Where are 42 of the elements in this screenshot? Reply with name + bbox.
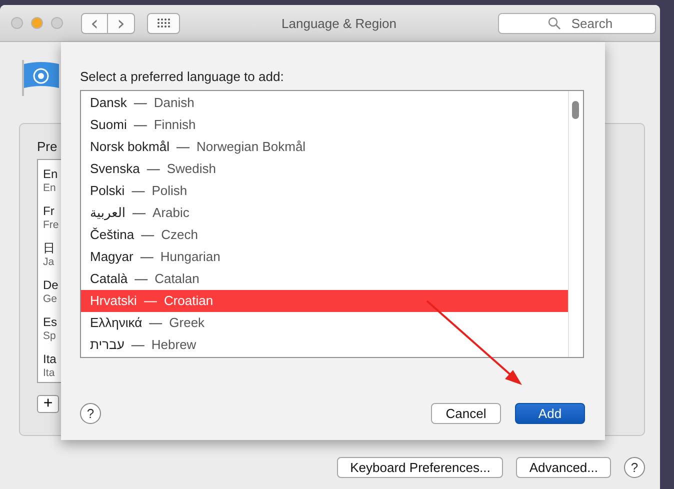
window-control[interactable] — [31, 17, 43, 29]
back-button[interactable]: ‹ — [81, 12, 108, 34]
language-subtitle: Ita — [43, 367, 55, 380]
window-control[interactable] — [51, 17, 63, 29]
cancel-button[interactable]: Cancel — [431, 403, 501, 424]
language-name: 日 — [43, 240, 55, 256]
search-field[interactable]: Search — [498, 12, 656, 34]
help-button[interactable]: ? — [80, 403, 101, 424]
language-row[interactable]: Suomi — Finnish — [81, 114, 568, 136]
window-title: Language & Region — [280, 16, 398, 30]
language-subtitle: En — [43, 182, 56, 195]
language-row[interactable]: Polski — Polish — [81, 180, 568, 202]
language-subtitle: Ge — [43, 293, 58, 306]
window-control[interactable] — [11, 17, 23, 29]
language-subtitle: Fre — [43, 219, 59, 232]
grid-icon — [156, 18, 170, 28]
language-row[interactable]: Ελληνικά — Greek — [81, 312, 568, 334]
language-name: Ita — [43, 351, 56, 367]
add-button[interactable]: + — [37, 395, 59, 413]
language-name: Fr — [43, 203, 54, 219]
show-all-button[interactable] — [147, 12, 180, 34]
language-row[interactable]: Català — Catalan — [81, 268, 568, 290]
flag-icon — [21, 60, 61, 96]
push-button[interactable]: Advanced... — [516, 457, 611, 478]
language-subtitle: Sp — [43, 330, 56, 343]
language-row[interactable]: Norsk bokmål — Norwegian Bokmål — [81, 136, 568, 158]
language-name: En — [43, 166, 58, 182]
list-label: Pre — [37, 139, 58, 154]
language-row[interactable]: Magyar — Hungarian — [81, 246, 568, 268]
language-row[interactable]: Svenska — Swedish — [81, 158, 568, 180]
forward-button[interactable]: › — [108, 12, 135, 34]
help-button[interactable]: ? — [624, 457, 645, 478]
push-button[interactable]: Keyboard Preferences... — [337, 457, 504, 478]
language-row[interactable]: Čeština — Czech — [81, 224, 568, 246]
language-subtitle: Ja — [43, 256, 54, 269]
language-name: De — [43, 277, 58, 293]
language-name: Es — [43, 314, 58, 330]
language-row[interactable]: Hrvatski — Croatian — [81, 290, 568, 312]
add-button[interactable]: Add — [515, 403, 585, 424]
scrollbar-thumb[interactable] — [572, 101, 579, 119]
language-row[interactable]: Dansk — Danish — [81, 92, 568, 114]
dialog-prompt: Select a preferred language to add: — [80, 69, 285, 84]
